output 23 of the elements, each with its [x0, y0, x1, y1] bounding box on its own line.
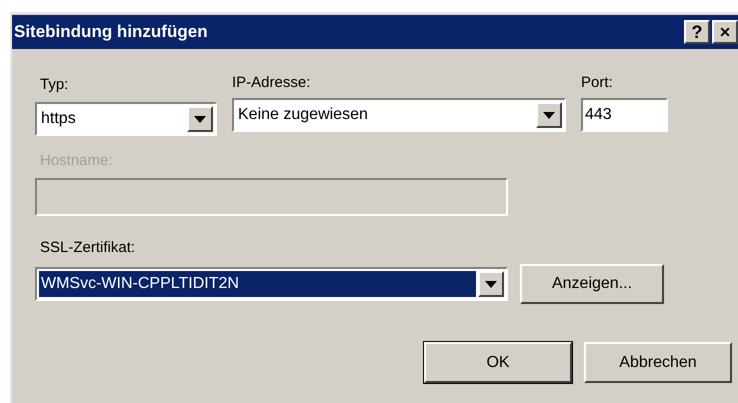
window-title: Sitebindung hinzufügen: [14, 21, 209, 44]
ssl-certificate-dropdown[interactable]: WMSvc-WIN-CPPLTIDIT2N: [35, 267, 508, 301]
dropdown-arrow-button[interactable]: [187, 106, 213, 132]
ssl-certificate-label: SSL-Zertifikat:: [40, 239, 136, 256]
view-button[interactable]: Anzeigen...: [520, 264, 664, 304]
ip-address-label: IP-Adresse:: [232, 73, 312, 93]
combo-value: https: [40, 109, 77, 129]
caret-icon: [485, 280, 497, 288]
combo-value: Keine zugewiesen: [237, 105, 369, 125]
combo-value: WMSvc-WIN-CPPLTIDIT2N: [39, 271, 476, 297]
ok-button[interactable]: OK: [424, 342, 572, 383]
type-dropdown[interactable]: https: [35, 102, 217, 136]
port-label: Port:: [581, 73, 614, 93]
type-label: Typ:: [40, 76, 68, 93]
port-field[interactable]: 443: [581, 98, 668, 132]
caret-icon: [194, 116, 206, 122]
close-button[interactable]: ×: [712, 20, 738, 44]
cancel-button[interactable]: Abbrechen: [584, 342, 732, 383]
dropdown-arrow-button[interactable]: [536, 102, 562, 128]
help-button[interactable]: ?: [684, 20, 710, 44]
ip-address-dropdown[interactable]: Keine zugewiesen: [232, 98, 566, 132]
dropdown-arrow-button[interactable]: [478, 271, 504, 297]
caret-icon: [543, 112, 555, 118]
